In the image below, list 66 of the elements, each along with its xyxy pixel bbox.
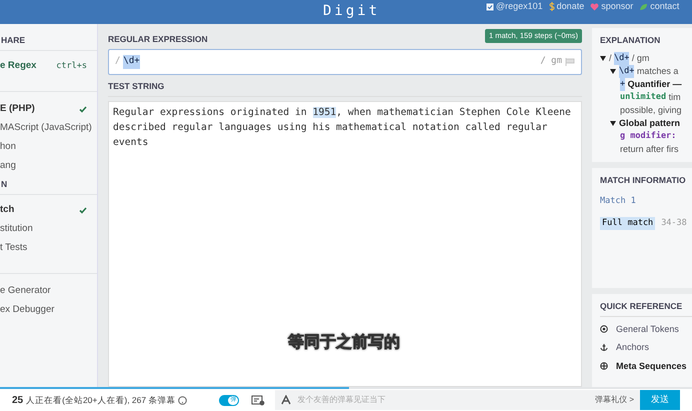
explanation-text: Quantifier —: [626, 78, 682, 91]
danmaku-etiquette-link[interactable]: 弹幕礼仪 >: [595, 394, 634, 406]
sidebar-item[interactable]: stitution: [0, 222, 33, 236]
header-link[interactable]: @regex101: [496, 1, 543, 12]
expand-caret-icon[interactable]: [600, 56, 606, 61]
page-title: Digit: [323, 2, 380, 21]
regex-pattern: \d+: [123, 55, 140, 69]
video-subtitle: 等同于之前写的: [288, 332, 400, 353]
sidebar-item[interactable]: e Generator: [0, 284, 51, 298]
header-link[interactable]: contact: [650, 1, 680, 12]
sidebar-item[interactable]: MAScript (JavaScript): [0, 121, 92, 136]
sidebar-item[interactable]: tch: [0, 202, 14, 218]
sidebar-item[interactable]: t Tests: [0, 240, 28, 256]
leaf-icon: [639, 2, 648, 10]
expand-caret-icon[interactable]: [610, 120, 616, 126]
reference-item[interactable]: General Tokens: [616, 322, 679, 336]
section-heading: TEST STRING: [108, 80, 582, 97]
section-heading: EXPLANATION: [600, 34, 662, 47]
explanation-code: g modifier:: [620, 130, 676, 143]
regex-flags: / gm: [540, 55, 562, 68]
match-label: Match 1: [600, 194, 637, 208]
regex-field[interactable]: / \d+ / gm: [108, 49, 582, 75]
sidebar-item[interactable]: E (PHP): [0, 102, 35, 116]
explanation-text: matches a: [636, 64, 678, 78]
sidebar-item[interactable]: ang: [0, 159, 16, 174]
explanation-text: return after firs: [620, 142, 679, 156]
match-range: 34-38: [661, 217, 687, 230]
sidebar-heading: N: [0, 178, 97, 194]
full-match-label: Full match: [600, 217, 656, 230]
section-heading: QUICK REFERENCE: [600, 300, 692, 316]
sidebar-item[interactable]: ex Debugger: [0, 302, 54, 318]
explanation-text: /: [609, 52, 613, 65]
token-highlight: \d+: [619, 64, 634, 78]
token-highlight: +: [620, 78, 626, 91]
section-heading: REGULAR EXPRESSION: [108, 32, 208, 46]
explanation-text: tim: [668, 90, 681, 104]
viewer-text: 人正在看(全站20+人在看), 267 条弹幕: [26, 394, 176, 406]
reference-item[interactable]: Meta Sequences: [616, 360, 687, 373]
help-icon[interactable]: [178, 396, 188, 404]
anchor-icon: [600, 343, 608, 352]
header-link[interactable]: donate: [556, 1, 584, 12]
explanation-code: unlimited: [620, 90, 666, 104]
font-style-icon[interactable]: [281, 395, 292, 405]
explanation-text: possible, giving: [620, 104, 682, 117]
token-highlight: \d+: [614, 52, 630, 65]
sidebar-heading: HARE: [0, 34, 97, 51]
danmaku-input-field[interactable]: 发个友善的弹幕见证当下 弹幕礼仪 >: [275, 390, 640, 410]
sidebar-item[interactable]: hon: [0, 140, 16, 154]
test-string-text: Regular expressions originated in 1951, when mathematician Stephen Cole Kleene described regular languages using his mathematical notation called regular events: [112, 106, 572, 150]
checkbox-icon: [486, 2, 494, 10]
shortcut-label: ctrl+s: [56, 60, 87, 73]
explanation-text: Global pattern: [619, 116, 680, 130]
danmaku-settings-icon[interactable]: [251, 394, 266, 406]
danmaku-input[interactable]: 发个友善的弹幕见证当下: [297, 394, 596, 406]
globe-icon: [600, 362, 608, 370]
expand-caret-icon[interactable]: [610, 68, 616, 74]
target-icon: [600, 325, 608, 334]
section-heading: MATCH INFORMATIO: [600, 174, 687, 186]
dollar-icon: [548, 2, 555, 11]
heart-icon: [590, 2, 600, 10]
header-link[interactable]: sponsor: [601, 1, 634, 12]
reference-item[interactable]: Anchors: [616, 341, 650, 354]
delimiter: /: [115, 55, 120, 68]
save-regex-link[interactable]: e Regex: [0, 59, 36, 74]
explanation-text: / gm: [630, 52, 650, 65]
viewer-count: 25: [12, 394, 24, 408]
